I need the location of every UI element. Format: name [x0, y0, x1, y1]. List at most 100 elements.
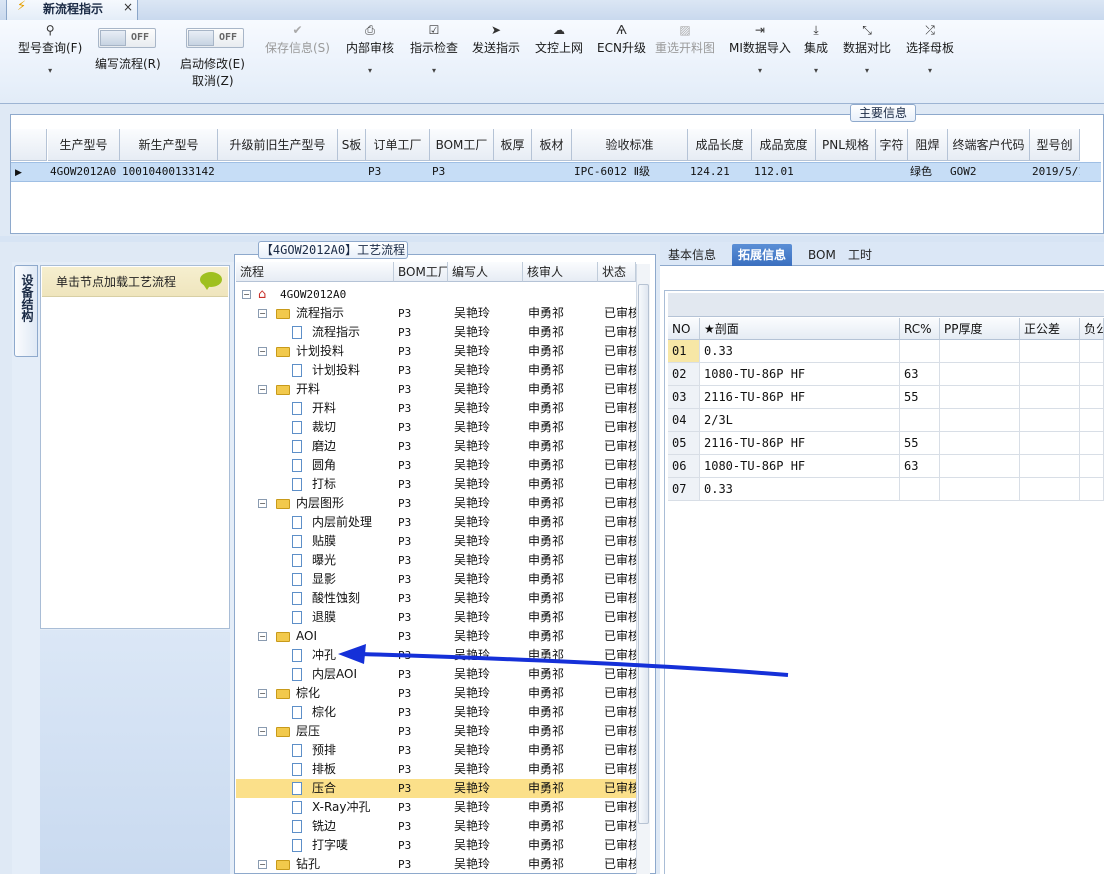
reselect-cutting-chart-button[interactable]: ▨ 重选开料图	[655, 23, 715, 56]
tree-row-bom: P3	[398, 706, 412, 719]
tree-row[interactable]: 流程指示 P3 吴艳玲 申勇祁 已审核	[236, 323, 636, 342]
tree-col-status[interactable]: 状态	[598, 262, 636, 282]
stack-row[interactable]: 07 0.33	[668, 478, 1104, 501]
scroll-thumb[interactable]	[638, 284, 649, 824]
start-modify-toggle[interactable]: OFF	[186, 28, 244, 48]
main-info-col-1[interactable]: 新生产型号	[120, 129, 218, 161]
tab-new-process-instruction[interactable]: ⚡ 新流程指示 ×	[6, 0, 138, 20]
tree-row[interactable]: − 钻孔 P3 吴艳玲 申勇祁 已审核	[236, 855, 636, 874]
tree-col-bom-factory[interactable]: BOM工厂	[394, 262, 448, 282]
stack-row[interactable]: 02 1080-TU-86P HF 63	[668, 363, 1104, 386]
main-info-col-3[interactable]: S板	[338, 129, 366, 161]
main-info-col-15[interactable]: 型号创	[1030, 129, 1080, 161]
main-info-col-11[interactable]: PNL规格	[816, 129, 876, 161]
internal-review-button[interactable]: ⎙ 内部审核 ▾	[346, 23, 394, 75]
tree-col-flow[interactable]: 流程	[236, 262, 394, 282]
tab-equipment-structure[interactable]: 设备结构	[14, 265, 38, 357]
tree-row[interactable]: 显影 P3 吴艳玲 申勇祁 已审核	[236, 570, 636, 589]
tree-row[interactable]: 打字唛 P3 吴艳玲 申勇祁 已审核	[236, 836, 636, 855]
doc-control-online-button[interactable]: ☁ 文控上网	[535, 23, 583, 56]
tree-row[interactable]: 铣边 P3 吴艳玲 申勇祁 已审核	[236, 817, 636, 836]
model-query-button[interactable]: ⚲ 型号查询(F) ▾	[18, 23, 82, 75]
edit-flow-toggle[interactable]: OFF	[98, 28, 156, 48]
collapse-icon[interactable]: −	[258, 347, 267, 356]
select-master-board-button[interactable]: ⤮ 选择母板 ▾	[906, 23, 954, 75]
stack-col-plus-tolerance[interactable]: 正公差	[1020, 318, 1080, 340]
send-instruction-button[interactable]: ➤ 发送指示	[472, 23, 520, 56]
mi-data-import-button[interactable]: ⇥ MI数据导入 ▾	[729, 23, 791, 75]
tree-row[interactable]: 裁切 P3 吴艳玲 申勇祁 已审核	[236, 418, 636, 437]
tree-row[interactable]: 计划投料 P3 吴艳玲 申勇祁 已审核	[236, 361, 636, 380]
main-info-col-14[interactable]: 终端客户代码	[948, 129, 1030, 161]
tab-extended-info[interactable]: 拓展信息	[732, 244, 793, 266]
stack-row[interactable]: 03 2116-TU-86P HF 55	[668, 386, 1104, 409]
stack-row[interactable]: 01 0.33	[668, 340, 1104, 363]
tree-row[interactable]: 圆角 P3 吴艳玲 申勇祁 已审核	[236, 456, 636, 475]
main-info-col-4[interactable]: 订单工厂	[366, 129, 430, 161]
tab-work-hours[interactable]: 工时	[842, 244, 878, 266]
collapse-icon[interactable]: −	[258, 309, 267, 318]
stack-col-minus-tolerance[interactable]: 负公	[1080, 318, 1104, 340]
main-info-col-5[interactable]: BOM工厂	[430, 129, 494, 161]
data-compare-button[interactable]: ⤡ 数据对比 ▾	[843, 23, 891, 75]
tree-row[interactable]: − 内层图形 P3 吴艳玲 申勇祁 已审核	[236, 494, 636, 513]
collapse-icon[interactable]: −	[258, 727, 267, 736]
stack-col-no[interactable]: NO	[668, 318, 700, 340]
collapse-icon[interactable]: −	[258, 499, 267, 508]
tree-row[interactable]: 内层AOI P3 吴艳玲 申勇祁 已审核	[236, 665, 636, 684]
tree-row[interactable]: 冲孔 P3 吴艳玲 申勇祁 已审核	[236, 646, 636, 665]
stack-col-rc[interactable]: RC%	[900, 318, 940, 340]
stack-col-pp-thickness[interactable]: PP厚度	[940, 318, 1020, 340]
collapse-icon[interactable]: −	[258, 632, 267, 641]
tree-col-author[interactable]: 编写人	[448, 262, 523, 282]
main-info-col-8[interactable]: 验收标准	[572, 129, 688, 161]
tree-row[interactable]: 压合 P3 吴艳玲 申勇祁 已审核	[236, 779, 636, 798]
integrate-button[interactable]: ⤓ 集成 ▾	[804, 23, 828, 75]
stack-row[interactable]: 05 2116-TU-86P HF 55	[668, 432, 1104, 455]
tree-row[interactable]: 曝光 P3 吴艳玲 申勇祁 已审核	[236, 551, 636, 570]
tree-col-reviewer[interactable]: 核审人	[523, 262, 598, 282]
tree-row[interactable]: 棕化 P3 吴艳玲 申勇祁 已审核	[236, 703, 636, 722]
tree-scrollbar[interactable]	[636, 264, 650, 874]
save-info-button[interactable]: ✔ 保存信息(S)	[265, 23, 330, 56]
collapse-icon[interactable]: −	[258, 860, 267, 869]
stack-row[interactable]: 06 1080-TU-86P HF 63	[668, 455, 1104, 478]
tree-row[interactable]: 贴膜 P3 吴艳玲 申勇祁 已审核	[236, 532, 636, 551]
tree-row[interactable]: 排板 P3 吴艳玲 申勇祁 已审核	[236, 760, 636, 779]
tree-row[interactable]: 磨边 P3 吴艳玲 申勇祁 已审核	[236, 437, 636, 456]
main-info-col-0[interactable]: 生产型号	[48, 129, 120, 161]
main-info-col-12[interactable]: 字符	[876, 129, 908, 161]
tab-bom[interactable]: BOM	[802, 244, 842, 266]
tree-row[interactable]: − AOI P3 吴艳玲 申勇祁 已审核	[236, 627, 636, 646]
tree-row[interactable]: 开料 P3 吴艳玲 申勇祁 已审核	[236, 399, 636, 418]
stack-col-section[interactable]: ★剖面	[700, 318, 900, 340]
collapse-icon[interactable]: −	[258, 385, 267, 394]
main-info-col-7[interactable]: 板材	[532, 129, 572, 161]
tree-row[interactable]: 内层前处理 P3 吴艳玲 申勇祁 已审核	[236, 513, 636, 532]
collapse-icon[interactable]: −	[242, 290, 251, 299]
cancel-button[interactable]: 取消(Z)	[192, 72, 234, 89]
tree-row[interactable]: − 层压 P3 吴艳玲 申勇祁 已审核	[236, 722, 636, 741]
tree-row[interactable]: 退膜 P3 吴艳玲 申勇祁 已审核	[236, 608, 636, 627]
main-info-col-10[interactable]: 成品宽度	[752, 129, 816, 161]
tree-row[interactable]: 预排 P3 吴艳玲 申勇祁 已审核	[236, 741, 636, 760]
tree-root-row[interactable]: − ⌂ 4GOW2012A0	[236, 285, 636, 304]
tree-row[interactable]: − 棕化 P3 吴艳玲 申勇祁 已审核	[236, 684, 636, 703]
collapse-icon[interactable]: −	[258, 689, 267, 698]
tree-row[interactable]: − 开料 P3 吴艳玲 申勇祁 已审核	[236, 380, 636, 399]
tree-row[interactable]: 酸性蚀刻 P3 吴艳玲 申勇祁 已审核	[236, 589, 636, 608]
tree-row[interactable]: − 流程指示 P3 吴艳玲 申勇祁 已审核	[236, 304, 636, 323]
close-tab-icon[interactable]: ×	[123, 0, 133, 14]
tree-row[interactable]: X-Ray冲孔 P3 吴艳玲 申勇祁 已审核	[236, 798, 636, 817]
ecn-upgrade-button[interactable]: Ѧ ECN升级	[597, 23, 646, 56]
main-info-col-2[interactable]: 升级前旧生产型号	[218, 129, 338, 161]
tree-row[interactable]: 打标 P3 吴艳玲 申勇祁 已审核	[236, 475, 636, 494]
main-info-col-6[interactable]: 板厚	[494, 129, 532, 161]
stack-row[interactable]: 04 2/3L	[668, 409, 1104, 432]
tree-row[interactable]: − 计划投料 P3 吴艳玲 申勇祁 已审核	[236, 342, 636, 361]
instruction-check-button[interactable]: ☑ 指示检查 ▾	[410, 23, 458, 75]
main-info-col-9[interactable]: 成品长度	[688, 129, 752, 161]
main-info-col-13[interactable]: 阻焊	[908, 129, 948, 161]
tree-row-author: 吴艳玲	[454, 819, 491, 833]
tab-basic-info[interactable]: 基本信息	[662, 244, 722, 266]
